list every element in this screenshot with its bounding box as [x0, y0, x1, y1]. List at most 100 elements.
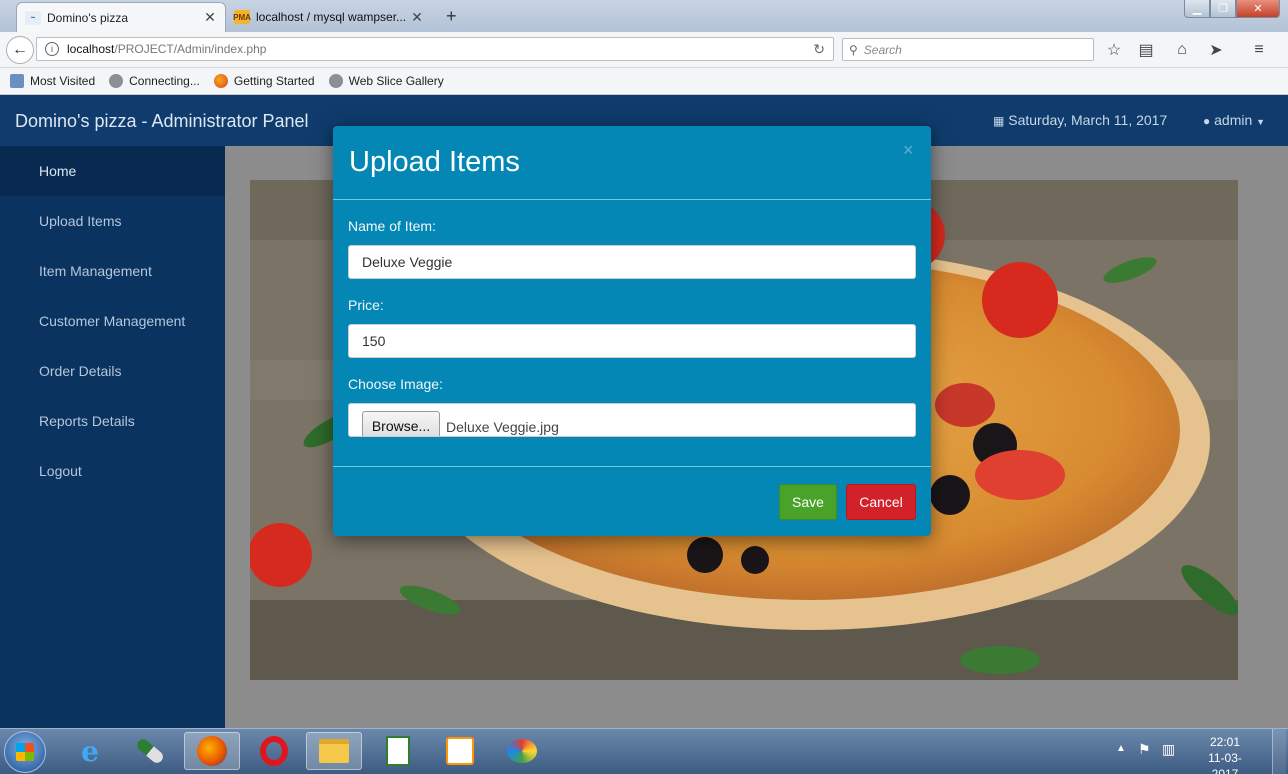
back-arrow-icon: ← [12, 41, 28, 58]
browser-titlebar: ~ Domino's pizza ✕ PMA localhost / mysql… [0, 0, 1288, 32]
home-icon[interactable]: ⌂ [1172, 40, 1192, 60]
url-host: localhost [67, 42, 115, 56]
search-input[interactable]: ⚲ Search [842, 38, 1094, 61]
opera-icon [260, 736, 288, 766]
item-name-input[interactable] [348, 245, 916, 279]
tab-close-icon[interactable]: ✕ [410, 9, 424, 26]
bookmarks-toolbar: Most Visited Connecting... Getting Start… [0, 68, 1288, 95]
globe-icon [328, 74, 343, 88]
start-button[interactable] [4, 731, 46, 773]
sidebar-item-label: Home [39, 163, 77, 179]
taskbar-paint[interactable] [494, 732, 550, 770]
user-name: admin [1214, 112, 1253, 128]
close-window-icon[interactable]: ✕ [1236, 0, 1280, 18]
bookmark-label: Most Visited [30, 74, 96, 88]
firefox-icon [213, 74, 228, 88]
tab-label: localhost / mysql wampser... [256, 10, 407, 24]
firefox-icon [197, 736, 227, 766]
modal-footer-divider [333, 466, 931, 467]
windows-taskbar: e ▲ ⚑ ▥ 22:01 11-03-2017 [0, 728, 1288, 774]
bookmark-label: Getting Started [233, 74, 315, 88]
search-icon: ⚲ [849, 42, 858, 57]
new-tab-icon[interactable]: + [446, 6, 457, 27]
header-date: ▦ Saturday, March 11, 2017 [993, 112, 1167, 128]
folder-icon [319, 739, 349, 763]
browser-navbar: ← i localhost/PROJECT/Admin/index.php ↻ … [0, 32, 1288, 68]
header-date-text: Saturday, March 11, 2017 [1008, 112, 1168, 128]
modal-title: Upload Items [349, 146, 520, 178]
cancel-button[interactable]: Cancel [846, 484, 916, 520]
globe-icon [109, 74, 124, 88]
minimize-icon[interactable]: ▁ [1184, 0, 1210, 18]
browser-tab-dominos[interactable]: ~ Domino's pizza ✕ [16, 2, 226, 32]
bookmark-connecting[interactable]: Connecting... [109, 74, 200, 88]
sidebar-item-logout[interactable]: Logout [0, 446, 225, 496]
capsule-app-icon [134, 736, 166, 766]
sidebar-item-upload-items[interactable]: Upload Items [0, 196, 225, 246]
taskbar-internet-explorer[interactable]: e [62, 732, 118, 770]
window-controls: ▁ ❐ ✕ [1184, 0, 1280, 18]
browse-button[interactable]: Browse... [362, 411, 440, 436]
price-input[interactable] [348, 324, 916, 358]
taskbar-app-sublime[interactable] [432, 732, 488, 770]
sidebar-item-home[interactable]: Home [0, 146, 225, 196]
bookmark-most-visited[interactable]: Most Visited [10, 74, 95, 88]
choose-image-label: Choose Image: [348, 376, 443, 392]
most-visited-icon [10, 74, 24, 88]
action-center-flag-icon[interactable]: ⚑ [1138, 741, 1151, 758]
taskbar-clock[interactable]: 22:01 11-03-2017 [1195, 734, 1255, 774]
selected-file-name: Deluxe Veggie.jpg [446, 419, 559, 435]
show-hidden-icons-icon[interactable]: ▲ [1116, 743, 1126, 754]
back-button[interactable]: ← [6, 36, 34, 64]
user-icon: ● [1203, 114, 1211, 128]
sidebar-item-label: Reports Details [39, 413, 135, 429]
bookmark-label: Web Slice Gallery [348, 74, 444, 88]
calendar-icon: ▦ [993, 114, 1005, 128]
search-placeholder: Search [863, 42, 902, 57]
network-icon[interactable]: ▥ [1162, 741, 1175, 758]
sidebar-item-label: Upload Items [39, 213, 122, 229]
image-file-input[interactable]: Browse... Deluxe Veggie.jpg [348, 403, 916, 437]
sidebar-item-label: Order Details [39, 363, 122, 379]
sidebar-item-label: Item Management [39, 263, 152, 279]
url-path: /PROJECT/Admin/index.php [114, 42, 267, 56]
tab-label: Domino's pizza [47, 10, 128, 25]
sublime-app-icon [446, 737, 474, 765]
sidebar-item-reports-details[interactable]: Reports Details [0, 396, 225, 446]
pocket-send-icon[interactable]: ➤ [1206, 40, 1226, 60]
dominos-favicon-icon: ~ [25, 10, 41, 25]
taskbar-firefox[interactable] [184, 732, 240, 770]
url-bar[interactable]: i localhost/PROJECT/Admin/index.php ↻ [36, 37, 834, 61]
taskbar-app-editor[interactable] [370, 732, 426, 770]
internet-explorer-icon: e [81, 734, 99, 768]
app-title[interactable]: Domino's pizza - Administrator Panel [15, 111, 309, 132]
price-label: Price: [348, 297, 384, 313]
sidebar-item-customer-management[interactable]: Customer Management [0, 296, 225, 346]
info-icon[interactable]: i [45, 42, 59, 56]
windows-logo-icon [16, 743, 34, 761]
sidebar-item-item-management[interactable]: Item Management [0, 246, 225, 296]
clock-date: 11-03-2017 [1208, 751, 1242, 774]
upload-items-modal: Upload Items × Name of Item: Price: Choo… [333, 126, 931, 536]
save-button[interactable]: Save [779, 484, 837, 520]
taskbar-file-explorer[interactable] [306, 732, 362, 770]
modal-close-icon[interactable]: × [903, 140, 914, 161]
browser-tab-phpmyadmin[interactable]: PMA localhost / mysql wampser... ✕ [226, 2, 432, 32]
user-menu[interactable]: ● admin ▼ [1203, 112, 1265, 128]
bookmark-web-slice-gallery[interactable]: Web Slice Gallery [328, 74, 444, 88]
bookmark-getting-started[interactable]: Getting Started [213, 74, 315, 88]
phpmyadmin-favicon-icon: PMA [233, 10, 251, 24]
paint-palette-icon [507, 739, 537, 763]
restore-icon[interactable]: ❐ [1210, 0, 1236, 18]
sidebar-item-label: Customer Management [39, 313, 186, 329]
bookmark-star-icon[interactable]: ☆ [1104, 40, 1124, 60]
tab-close-icon[interactable]: ✕ [203, 9, 217, 26]
reload-icon[interactable]: ↻ [813, 41, 825, 58]
show-desktop-button[interactable] [1272, 729, 1286, 774]
bookmarks-library-icon[interactable]: ▤ [1136, 40, 1156, 60]
taskbar-app-capsule[interactable] [122, 732, 178, 770]
sidebar-item-order-details[interactable]: Order Details [0, 346, 225, 396]
hamburger-menu-icon[interactable]: ≡ [1249, 40, 1269, 60]
taskbar-opera[interactable] [246, 732, 302, 770]
caret-down-icon: ▼ [1256, 117, 1266, 127]
